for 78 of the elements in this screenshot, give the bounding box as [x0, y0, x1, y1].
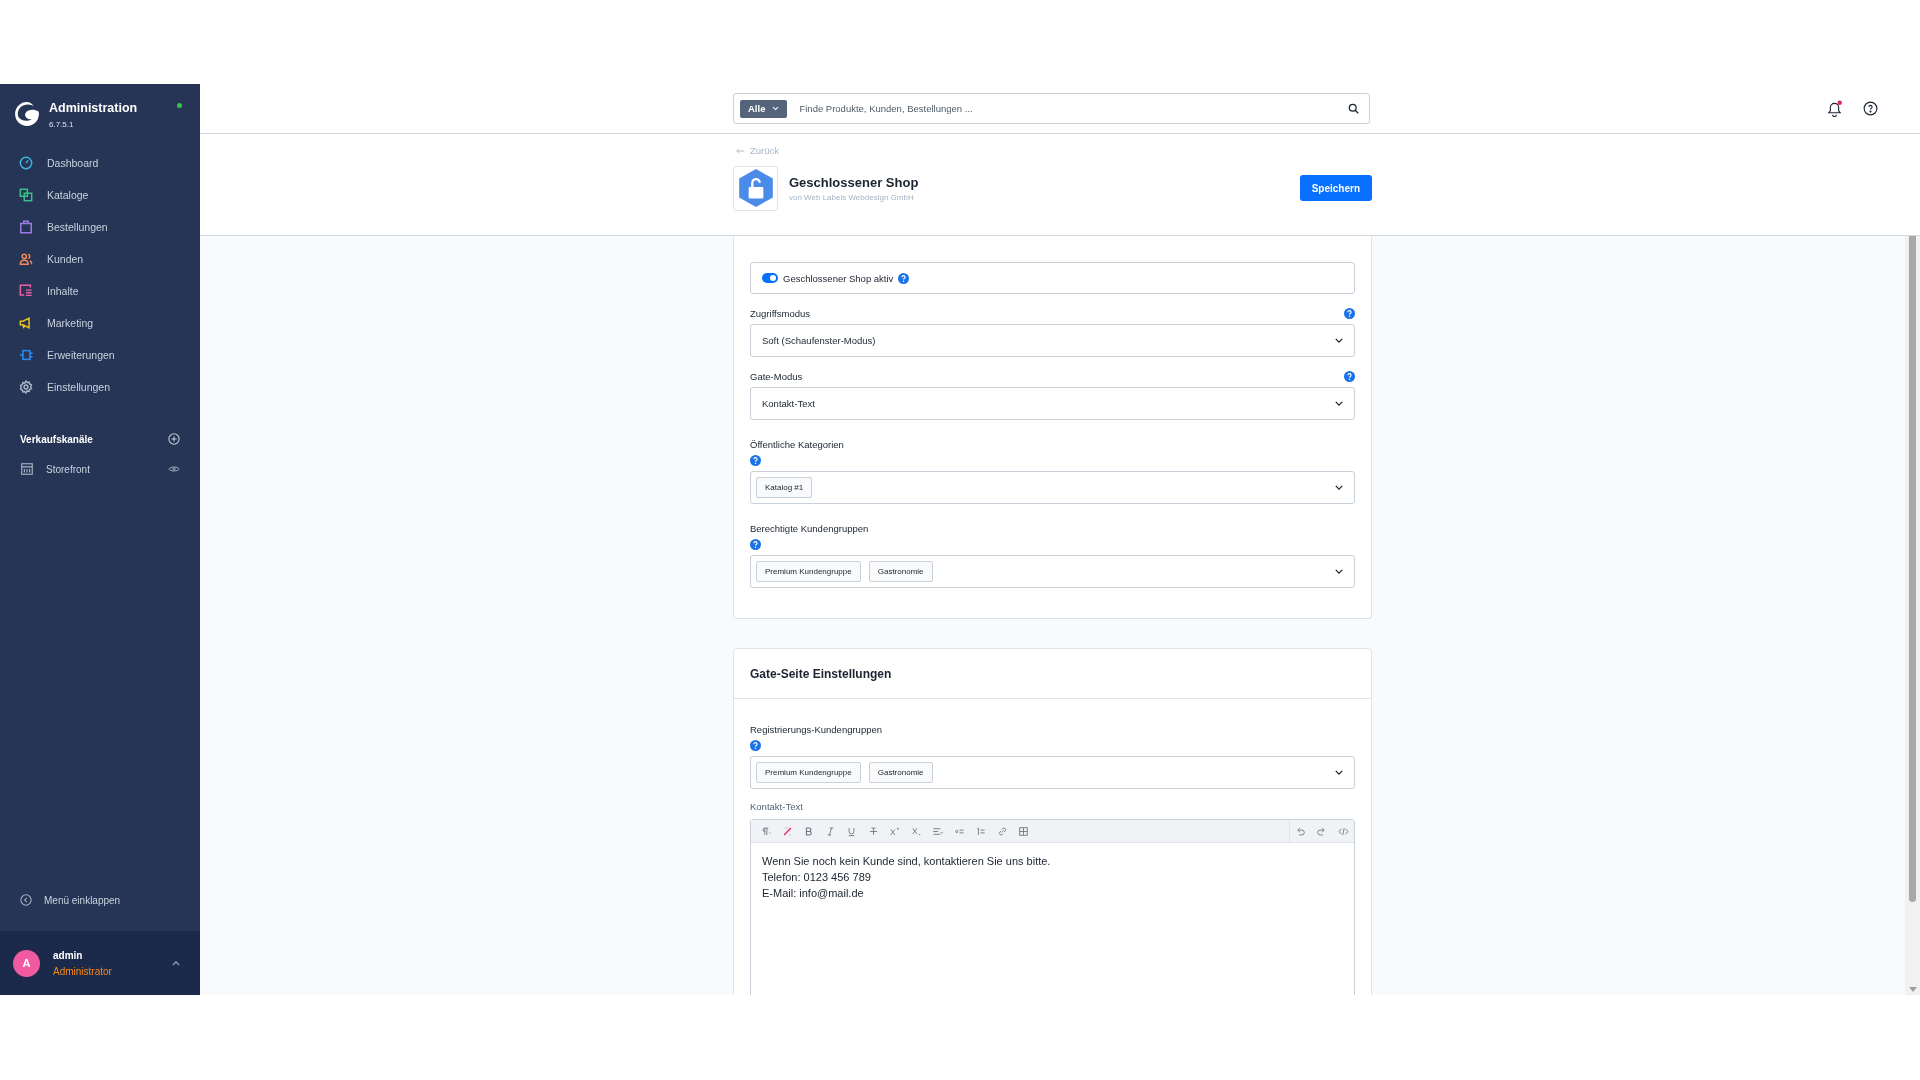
nav-item[interactable]: Inhalte — [0, 275, 200, 307]
nav-item[interactable]: Dashboard — [0, 147, 200, 179]
section-title: Verkaufskanäle — [20, 433, 93, 445]
field-label: Gate-Modus — [750, 371, 803, 382]
multi-select-field[interactable]: Katalog #1 — [750, 471, 1355, 504]
search-filter-dropdown[interactable]: Alle — [740, 99, 788, 118]
table-icon — [1018, 825, 1030, 837]
nav-item[interactable]: Kataloge — [0, 179, 200, 211]
scroll-down-icon[interactable] — [1908, 987, 1917, 992]
app-title: Administration — [49, 101, 139, 115]
toggle-switch[interactable] — [762, 273, 778, 283]
nav-item[interactable]: Erweiterungen — [0, 339, 200, 371]
selected-tag[interactable]: Gastronomie — [868, 762, 933, 783]
text-editor[interactable]: Wenn Sie noch kein Kunde sind, kontaktieren Sie uns bitte. Telefon: 0123 456 789 E-Mail: info@mail.de — [750, 819, 1355, 995]
caret-up-icon — [172, 960, 180, 966]
nav-item[interactable]: Bestellungen — [0, 211, 200, 243]
save-button[interactable]: Speichern — [1299, 175, 1372, 201]
strike-icon — [867, 825, 879, 837]
page-title: Geschlossener Shop — [789, 174, 920, 190]
avatar: A — [13, 949, 40, 977]
field-label: Zugriffsmodus — [750, 308, 810, 319]
user-panel[interactable]: A admin Administrator — [0, 931, 200, 995]
select-field[interactable]: Kontakt-Text — [750, 387, 1355, 420]
page-subtitle: von Web Labels Webdesign GmbH — [789, 192, 915, 202]
logo-icon — [14, 101, 40, 127]
sales-channel-item[interactable]: Storefront — [20, 462, 90, 476]
sub-icon — [910, 825, 922, 837]
eye-icon[interactable] — [168, 463, 180, 475]
scrollbar[interactable] — [1905, 236, 1920, 995]
undo-icon — [1294, 825, 1306, 837]
help-icon[interactable] — [1863, 101, 1878, 116]
underline-icon — [846, 825, 858, 837]
search-icon[interactable] — [1348, 103, 1359, 114]
chevron-down-icon — [1335, 485, 1343, 490]
chevron-down-icon — [1335, 569, 1343, 574]
align-icon — [932, 825, 944, 837]
notification-bell-icon[interactable] — [1826, 100, 1843, 117]
editor-text-line: E-Mail: info@mail.de — [762, 886, 865, 901]
code-icon — [1337, 825, 1349, 837]
user-role: Administrator — [53, 965, 113, 977]
toggle-label: Geschlossener Shop aktiv — [783, 272, 894, 284]
redo-icon — [1316, 825, 1328, 837]
paragraph-icon — [760, 825, 772, 837]
field-label: Öffentliche Kategorien — [750, 439, 844, 450]
nav-item[interactable]: Einstellungen — [0, 371, 200, 403]
selected-tag[interactable]: Gastronomie — [868, 561, 933, 582]
select-field[interactable]: Soft (Schaufenster-Modus) — [750, 324, 1355, 357]
nav-item[interactable]: Marketing — [0, 307, 200, 339]
plugin-icon — [733, 165, 778, 211]
chevron-left-icon — [20, 894, 32, 906]
arrow-left-icon — [736, 147, 745, 154]
version-label: 6.7.5.1 — [49, 120, 75, 129]
search-field[interactable]: Alle Finde Produkte, Kunden, Bestellungen ... — [733, 93, 1370, 124]
chevron-down-icon — [1335, 338, 1343, 343]
caret-icon — [772, 106, 780, 111]
field-label: Berechtigte Kundengruppen — [750, 523, 869, 534]
sup-icon — [889, 825, 901, 837]
selected-tag[interactable]: Premium Kundengruppe — [756, 561, 861, 582]
numbers-icon — [975, 825, 987, 837]
collapse-menu-button[interactable]: Menü einklappen — [0, 879, 200, 921]
multi-select-field[interactable]: Premium Kundengruppe Gastronomie — [750, 756, 1355, 789]
clear-icon — [781, 825, 793, 837]
chevron-down-icon — [1335, 770, 1343, 775]
storefront-icon — [20, 462, 34, 476]
user-name: admin — [53, 949, 84, 961]
field-label: Kontakt-Text — [750, 801, 803, 812]
link-icon — [996, 825, 1008, 837]
bold-icon — [803, 825, 815, 837]
field-label: Registrierungs-Kundengruppen — [750, 724, 883, 735]
editor-text-line: Wenn Sie noch kein Kunde sind, kontaktieren Sie uns bitte. — [762, 854, 1052, 869]
add-icon[interactable] — [168, 433, 180, 445]
editor-text-line: Telefon: 0123 456 789 — [762, 870, 872, 885]
selected-tag[interactable]: Premium Kundengruppe — [756, 762, 861, 783]
selected-tag[interactable]: Katalog #1 — [756, 477, 813, 498]
chevron-down-icon — [1335, 401, 1343, 406]
multi-select-field[interactable]: Premium Kundengruppe Gastronomie — [750, 555, 1355, 588]
card-title: Gate-Seite Einstellungen — [750, 666, 892, 681]
nav-item[interactable]: Kunden — [0, 243, 200, 275]
